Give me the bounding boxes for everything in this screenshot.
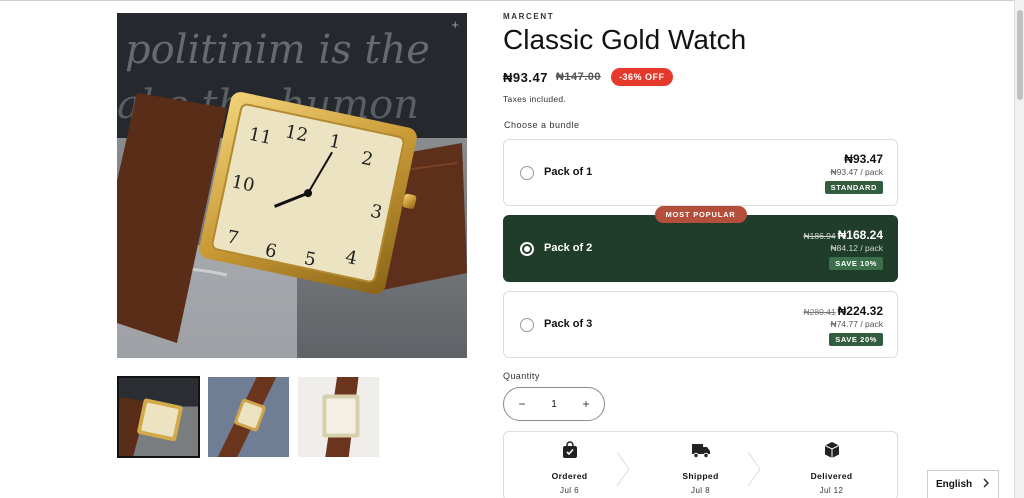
step-name: Delivered <box>810 471 853 481</box>
quantity-input[interactable]: 1 <box>551 399 557 410</box>
page-scrollbar[interactable] <box>1014 0 1024 498</box>
step-date: Jul 6 <box>560 486 579 495</box>
sale-price: ₦93.47 <box>503 69 548 85</box>
most-popular-ribbon: MOST POPULAR <box>654 206 747 223</box>
bundle-price: ₦224.32 <box>837 304 883 318</box>
delivery-timeline: Ordered Jul 6 Shipped Jul 8 Delivered Ju… <box>503 431 898 498</box>
package-icon <box>766 441 897 459</box>
step-name: Ordered <box>551 471 588 481</box>
bundle-per-pack: ₦74.77 / pack <box>830 319 883 329</box>
language-label: English <box>936 479 973 490</box>
product-main-image[interactable]: politinim is the ake the humon 11 12 1 2… <box>117 13 467 358</box>
price-row: ₦93.47 ₦147.00 -36% OFF <box>503 68 673 86</box>
bundle-name: Pack of 3 <box>544 318 593 330</box>
top-border <box>0 0 1024 1</box>
increase-quantity-button[interactable]: + <box>580 397 592 411</box>
bundle-old-price: ₦280.41 <box>803 307 836 317</box>
step-date: Jul 8 <box>691 486 710 495</box>
taxes-note: Taxes included. <box>503 94 567 104</box>
zoom-icon[interactable]: + <box>451 17 459 32</box>
thumbnail-list <box>117 376 380 458</box>
svg-text:politinim is the: politinim is the <box>125 27 430 73</box>
quantity-label: Quantity <box>503 371 540 381</box>
thumbnail-2[interactable] <box>207 376 290 458</box>
chevron-right-icon <box>982 478 990 491</box>
sale-badge: -36% OFF <box>611 68 673 86</box>
radio-button[interactable] <box>520 166 534 180</box>
bundle-name: Pack of 2 <box>544 242 593 254</box>
bundle-tag: SAVE 20% <box>829 333 883 346</box>
timeline-step-ordered: Ordered Jul 6 <box>504 432 635 498</box>
bundle-option-3[interactable]: Pack of 3 ₦280.41 ₦224.32 ₦74.77 / pack S… <box>503 291 898 358</box>
timeline-step-delivered: Delivered Jul 12 <box>766 432 897 498</box>
radio-button[interactable] <box>520 242 534 256</box>
product-title: Classic Gold Watch <box>503 24 747 55</box>
language-selector[interactable]: English <box>927 470 999 498</box>
timeline-step-shipped: Shipped Jul 8 <box>635 432 766 498</box>
step-date: Jul 12 <box>819 486 844 495</box>
thumbnail-3[interactable] <box>297 376 380 458</box>
bundle-option-1[interactable]: Pack of 1 ₦93.47 ₦93.47 / pack STANDARD <box>503 139 898 206</box>
bundle-price: ₦168.24 <box>837 228 883 242</box>
quantity-stepper: − 1 + <box>503 387 605 421</box>
vendor-name: MARCENT <box>503 12 555 21</box>
bundle-label: Choose a bundle <box>504 120 580 130</box>
decrease-quantity-button[interactable]: − <box>516 397 528 411</box>
bundle-old-price: ₦186.94 <box>803 231 836 241</box>
bundle-tag: SAVE 10% <box>829 257 883 270</box>
bundle-name: Pack of 1 <box>544 166 593 178</box>
bundle-tag: STANDARD <box>824 181 883 194</box>
compare-price: ₦147.00 <box>555 71 602 83</box>
radio-button[interactable] <box>520 318 534 332</box>
bundle-price: ₦93.47 <box>844 152 883 166</box>
shopping-bag-check-icon <box>504 441 635 459</box>
bundle-per-pack: ₦84.12 / pack <box>830 243 883 253</box>
bundle-per-pack: ₦93.47 / pack <box>830 167 883 177</box>
truck-icon <box>635 441 766 459</box>
thumbnail-1[interactable] <box>117 376 200 458</box>
bundle-option-2[interactable]: MOST POPULAR Pack of 2 ₦186.94 ₦168.24 ₦8… <box>503 206 898 282</box>
scrollbar-thumb[interactable] <box>1017 10 1023 100</box>
step-name: Shipped <box>682 471 719 481</box>
